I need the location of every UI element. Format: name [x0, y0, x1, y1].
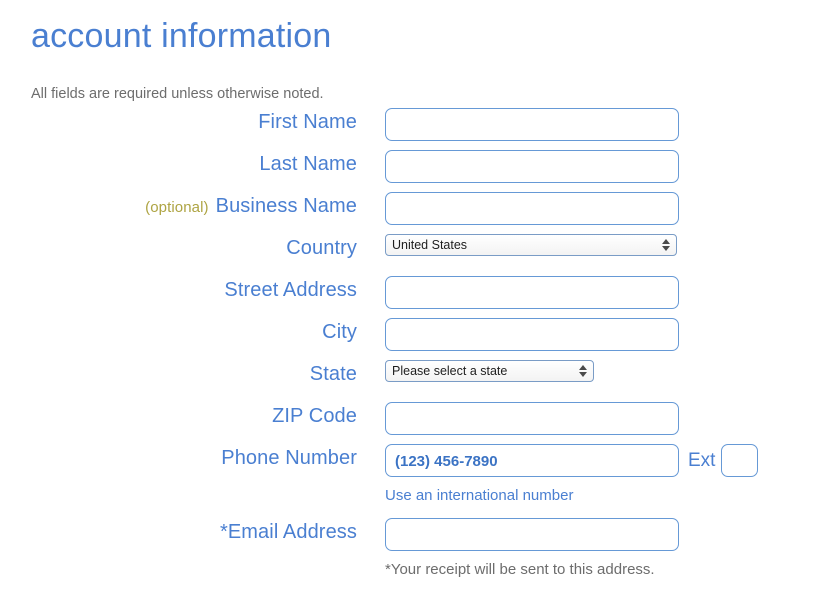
country-select[interactable]: United States [385, 234, 677, 256]
label-cell-last-name: Last Name [0, 150, 357, 176]
label-cell-zip-code: ZIP Code [0, 402, 357, 428]
form-row-state: State Please select a state [0, 360, 833, 402]
country-select-value: United States [392, 238, 468, 252]
label-cell-country: Country [0, 234, 357, 260]
note-cell-international: Use an international number [357, 486, 573, 518]
field-cell-email-address [357, 518, 833, 551]
label-cell-street-address: Street Address [0, 276, 357, 302]
stepper-arrows-icon [578, 364, 587, 379]
international-number-link[interactable]: Use an international number [385, 487, 573, 504]
zip-code-input[interactable] [385, 402, 679, 435]
label-phone-extension: Ext [688, 450, 716, 471]
phone-number-input[interactable] [385, 444, 679, 477]
label-city: City [322, 321, 357, 343]
state-select-wrap: Please select a state [385, 360, 594, 382]
stepper-arrows-icon [661, 238, 670, 253]
form-row-international-link: Use an international number [0, 486, 833, 518]
field-cell-first-name [357, 108, 833, 141]
field-cell-state: Please select a state [357, 360, 833, 382]
label-business-name: Business Name [215, 195, 357, 217]
page-title: account information [31, 17, 332, 55]
field-cell-last-name [357, 150, 833, 183]
label-state: State [309, 363, 357, 385]
label-last-name: Last Name [259, 153, 357, 175]
form-row-business-name: (optional) Business Name [0, 192, 833, 234]
form-row-zip-code: ZIP Code [0, 402, 833, 444]
note-cell-email: *Your receipt will be sent to this addre… [357, 560, 655, 592]
form-row-phone-number: Phone Number Ext [0, 444, 833, 486]
required-asterisk: * [219, 521, 228, 543]
form-row-country: Country United States [0, 234, 833, 276]
label-first-name: First Name [258, 111, 357, 133]
label-cell-state: State [0, 360, 357, 386]
country-select-wrap: United States [385, 234, 677, 256]
business-name-input[interactable] [385, 192, 679, 225]
street-address-input[interactable] [385, 276, 679, 309]
label-email-address-text: Email Address [227, 521, 357, 543]
label-cell-business-name: (optional) Business Name [0, 192, 357, 218]
label-cell-spacer [0, 560, 357, 592]
label-cell-first-name: First Name [0, 108, 357, 134]
label-country: Country [286, 237, 357, 259]
field-cell-country: United States [357, 234, 833, 256]
first-name-input[interactable] [385, 108, 679, 141]
label-cell-spacer [0, 486, 357, 518]
city-input[interactable] [385, 318, 679, 351]
state-select-value: Please select a state [392, 364, 508, 378]
label-zip-code: ZIP Code [272, 405, 357, 427]
account-information-page: account information All fields are requi… [0, 0, 833, 609]
label-phone-number: Phone Number [221, 447, 357, 469]
last-name-input[interactable] [385, 150, 679, 183]
phone-extension-input[interactable] [721, 444, 759, 477]
email-receipt-note: *Your receipt will be sent to this addre… [385, 561, 655, 578]
form-row-first-name: First Name [0, 108, 833, 150]
optional-tag-business-name: (optional) [145, 199, 209, 216]
field-cell-street-address [357, 276, 833, 309]
label-cell-phone-number: Phone Number [0, 444, 357, 470]
label-street-address: Street Address [224, 279, 357, 301]
form-row-email-note: *Your receipt will be sent to this addre… [0, 560, 833, 592]
form-row-street-address: Street Address [0, 276, 833, 318]
account-information-form: First Name Last Name (optional) Business … [0, 108, 833, 592]
form-row-city: City [0, 318, 833, 360]
label-cell-email-address: *Email Address [0, 518, 357, 544]
field-cell-zip-code [357, 402, 833, 435]
label-cell-city: City [0, 318, 357, 344]
label-email-address: *Email Address [220, 521, 357, 543]
field-cell-phone-number: Ext [357, 444, 833, 477]
email-address-input[interactable] [385, 518, 679, 551]
field-cell-city [357, 318, 833, 351]
form-required-note: All fields are required unless otherwise… [31, 86, 324, 102]
field-cell-business-name [357, 192, 833, 225]
form-row-email-address: *Email Address [0, 518, 833, 560]
state-select[interactable]: Please select a state [385, 360, 594, 382]
form-row-last-name: Last Name [0, 150, 833, 192]
